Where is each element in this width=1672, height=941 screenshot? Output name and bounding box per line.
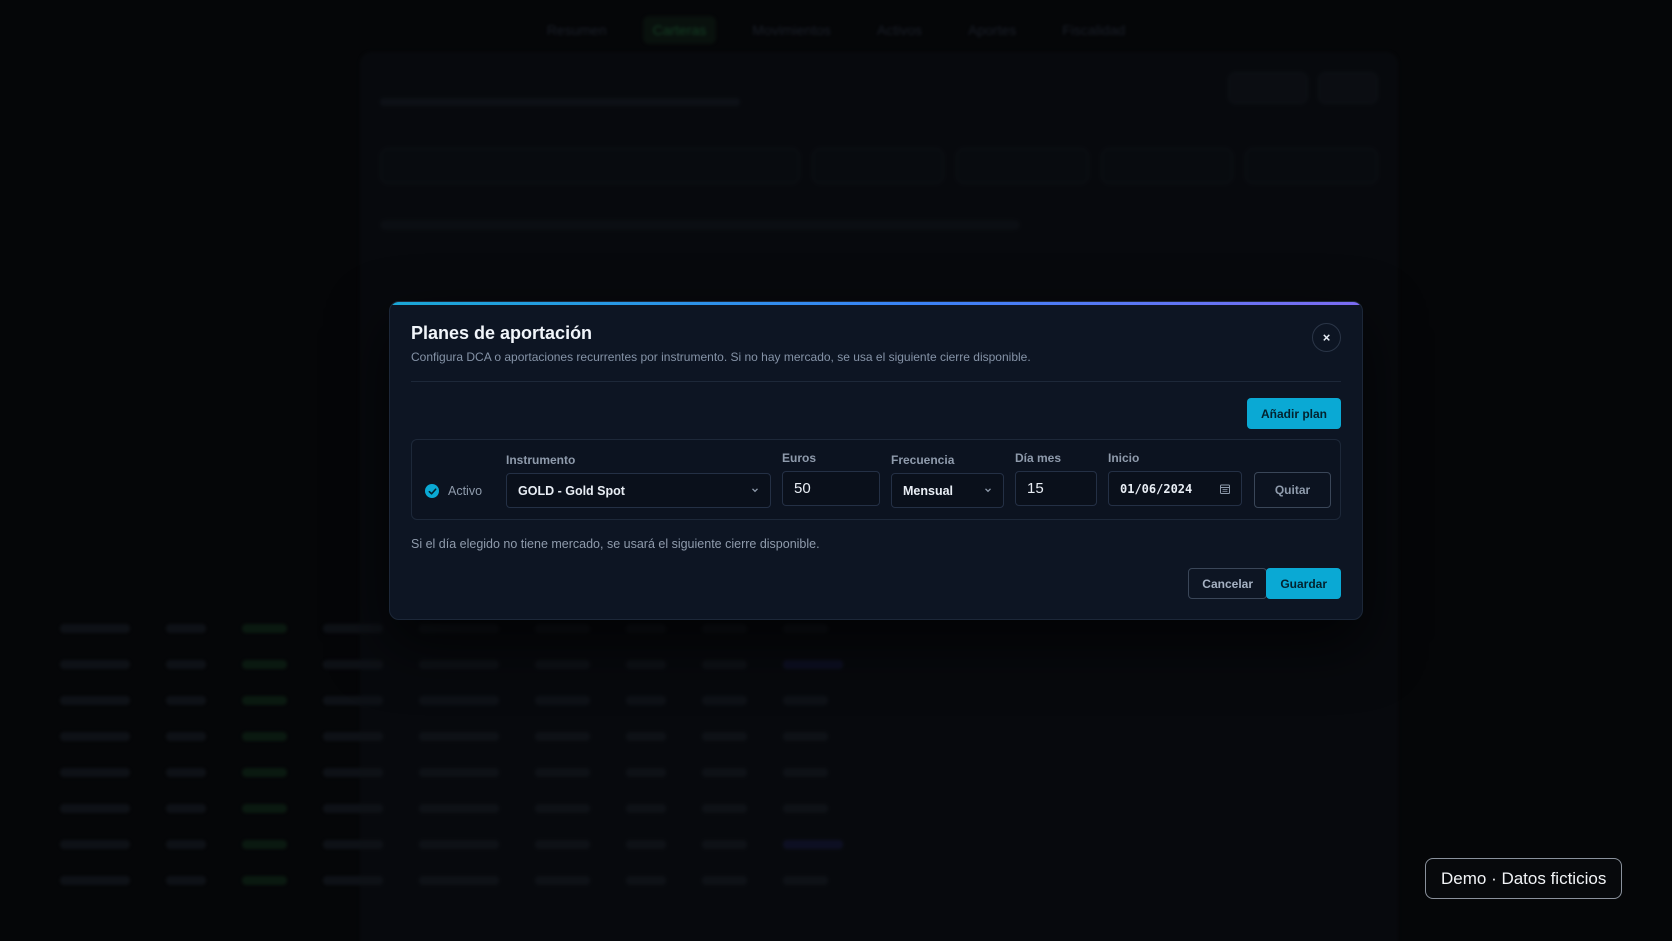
day-label: Día mes — [1015, 451, 1062, 465]
save-button[interactable]: Guardar — [1266, 568, 1341, 599]
background-button — [1228, 72, 1308, 104]
dialog-description: Configura DCA o aportaciones recurrentes… — [411, 350, 1031, 364]
nav-item: Resumen — [546, 22, 607, 38]
background-stats — [380, 220, 1020, 230]
chevron-down-icon — [985, 488, 991, 493]
nav-item: Carteras — [642, 16, 717, 44]
euros-input[interactable]: 50 — [782, 471, 880, 506]
calendar-icon[interactable] — [1219, 483, 1231, 495]
background-filters — [380, 148, 1379, 184]
chevron-down-icon — [752, 488, 758, 493]
start-date-input[interactable]: 01/06/2024 — [1108, 471, 1242, 506]
active-checkbox[interactable] — [425, 484, 439, 498]
active-label: Activo — [448, 484, 483, 498]
divider — [411, 381, 1341, 382]
active-toggle[interactable]: Activo — [425, 484, 482, 498]
background-button — [1318, 72, 1378, 104]
plan-row: Activo Instrumento GOLD - Gold Spot Euro… — [411, 439, 1341, 520]
nav-item: Fiscalidad — [1062, 22, 1126, 38]
euros-value: 50 — [794, 480, 811, 497]
accent-bar — [390, 302, 1362, 305]
frequency-value: Mensual — [903, 483, 954, 498]
day-value: 15 — [1027, 480, 1044, 497]
frequency-select[interactable]: Mensual — [891, 473, 1004, 508]
checkmark-icon — [428, 487, 436, 495]
nav-item: Activos — [876, 22, 923, 38]
start-label: Inicio — [1108, 451, 1140, 465]
nav-item: Aportes — [968, 22, 1017, 38]
dialog-title: Planes de aportación — [411, 323, 593, 343]
market-note: Si el día elegido no tiene mercado, se u… — [411, 537, 820, 551]
start-date-value: 01/06/2024 — [1120, 481, 1193, 496]
background-table — [60, 610, 1632, 898]
frequency-label: Frecuencia — [891, 453, 955, 467]
background-nav: Resumen Carteras Movimientos Activos Apo… — [0, 16, 1672, 44]
instrument-value: GOLD - Gold Spot — [518, 483, 625, 498]
demo-badge: Demo · Datos ficticios — [1425, 858, 1623, 899]
add-plan-button[interactable]: Añadir plan — [1246, 398, 1341, 429]
close-icon: × — [1322, 330, 1331, 345]
instrument-label: Instrumento — [506, 453, 576, 467]
euros-label: Euros — [782, 451, 817, 465]
background-subtitle — [380, 98, 740, 106]
instrument-select[interactable]: GOLD - Gold Spot — [506, 473, 771, 508]
day-input[interactable]: 15 — [1015, 471, 1097, 506]
remove-plan-button[interactable]: Quitar — [1254, 472, 1331, 508]
nav-item: Movimientos — [752, 22, 831, 38]
cancel-button[interactable]: Cancelar — [1188, 568, 1267, 599]
contribution-plans-dialog: Planes de aportación Configura DCA o apo… — [389, 301, 1363, 620]
close-button[interactable]: × — [1312, 323, 1341, 352]
